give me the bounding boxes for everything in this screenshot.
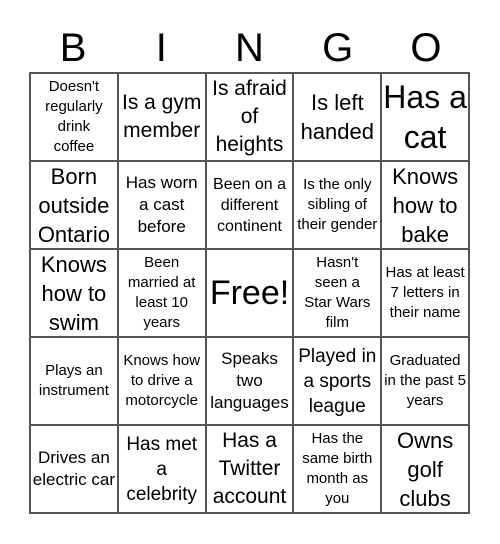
cell-text: Has a Twitter account [212,429,287,508]
header-letter-b: B [59,26,87,70]
cell-text: Knows how to swim [40,251,107,335]
cell-text: Has worn a cast before [125,173,198,236]
bingo-cell[interactable]: Is the only sibling of their gender [293,161,382,249]
bingo-cell[interactable]: Speaks two languages [205,337,294,425]
free-space[interactable]: Free! [205,249,294,337]
cell-text: Is afraid of heights [212,77,287,156]
bingo-cell[interactable]: Has a cat [381,73,469,161]
bingo-cell[interactable]: Plays an instrument [30,337,118,425]
cell-text: Born outside Ontario [37,163,110,247]
bingo-grid: Doesn't regularly drink coffee Is a gym … [29,72,470,514]
cell-text: Speaks two languages [210,349,289,412]
cell-text: Drives an electric car [32,448,115,489]
bingo-cell[interactable]: Knows how to swim [30,249,118,337]
cell-text: Been married at least 10 years [127,254,196,331]
cell-text: Plays an instrument [38,362,109,399]
header-letter-o: O [410,26,442,70]
bingo-cell[interactable]: Knows how to bake [381,161,469,249]
cell-text: Been on a different continent [213,175,286,235]
bingo-cell[interactable]: Drives an electric car [30,425,118,513]
bingo-cell[interactable]: Graduated in the past 5 years [381,337,469,425]
bingo-cell[interactable]: Owns golf clubs [381,425,469,513]
cell-text: Knows how to drive a motorcycle [123,352,201,409]
cell-text: Has the same birth month as you [302,430,373,507]
cell-text: Has at least 7 letters in their name [385,264,465,321]
bingo-cell[interactable]: Is afraid of heights [205,73,294,161]
cell-text: Is a gym member [122,91,202,142]
cell-text: Doesn't regularly drink coffee [45,78,103,155]
bingo-cell[interactable]: Been married at least 10 years [117,249,206,337]
bingo-cell[interactable]: Has the same birth month as you [293,425,382,513]
cell-text: Graduated in the past 5 years [384,352,466,409]
bingo-cell[interactable]: Hasn't seen a Star Wars film [293,249,382,337]
bingo-cell[interactable]: Has at least 7 letters in their name [381,249,469,337]
bingo-cell[interactable]: Doesn't regularly drink coffee [30,73,118,161]
header-letter-g: G [322,26,354,70]
cell-text: Is left handed [300,90,374,144]
bingo-cell[interactable]: Has a Twitter account [205,425,294,513]
cell-text: Has a cat [383,79,467,155]
bingo-cell[interactable]: Born outside Ontario [30,161,118,249]
header-letter-i: I [155,26,167,70]
bingo-header: B I N G O [29,24,470,72]
free-space-text: Free! [209,274,290,312]
header-letter-n: N [235,26,264,70]
bingo-cell[interactable]: Has worn a cast before [117,161,206,249]
bingo-cell[interactable]: Played in a sports league [293,337,382,425]
bingo-cell[interactable]: Has met a celebrity [117,425,206,513]
cell-text: Hasn't seen a Star Wars film [304,254,371,331]
bingo-cell[interactable]: Is left handed [293,73,382,161]
bingo-cell[interactable]: Is a gym member [117,73,206,161]
cell-text: Owns golf clubs [396,427,454,511]
bingo-cell[interactable]: Knows how to drive a motorcycle [117,337,206,425]
cell-text: Has met a celebrity [126,433,198,505]
cell-text: Is the only sibling of their gender [297,176,378,233]
cell-text: Played in a sports league [298,345,377,417]
bingo-cell[interactable]: Been on a different continent [205,161,294,249]
cell-text: Knows how to bake [392,163,459,247]
